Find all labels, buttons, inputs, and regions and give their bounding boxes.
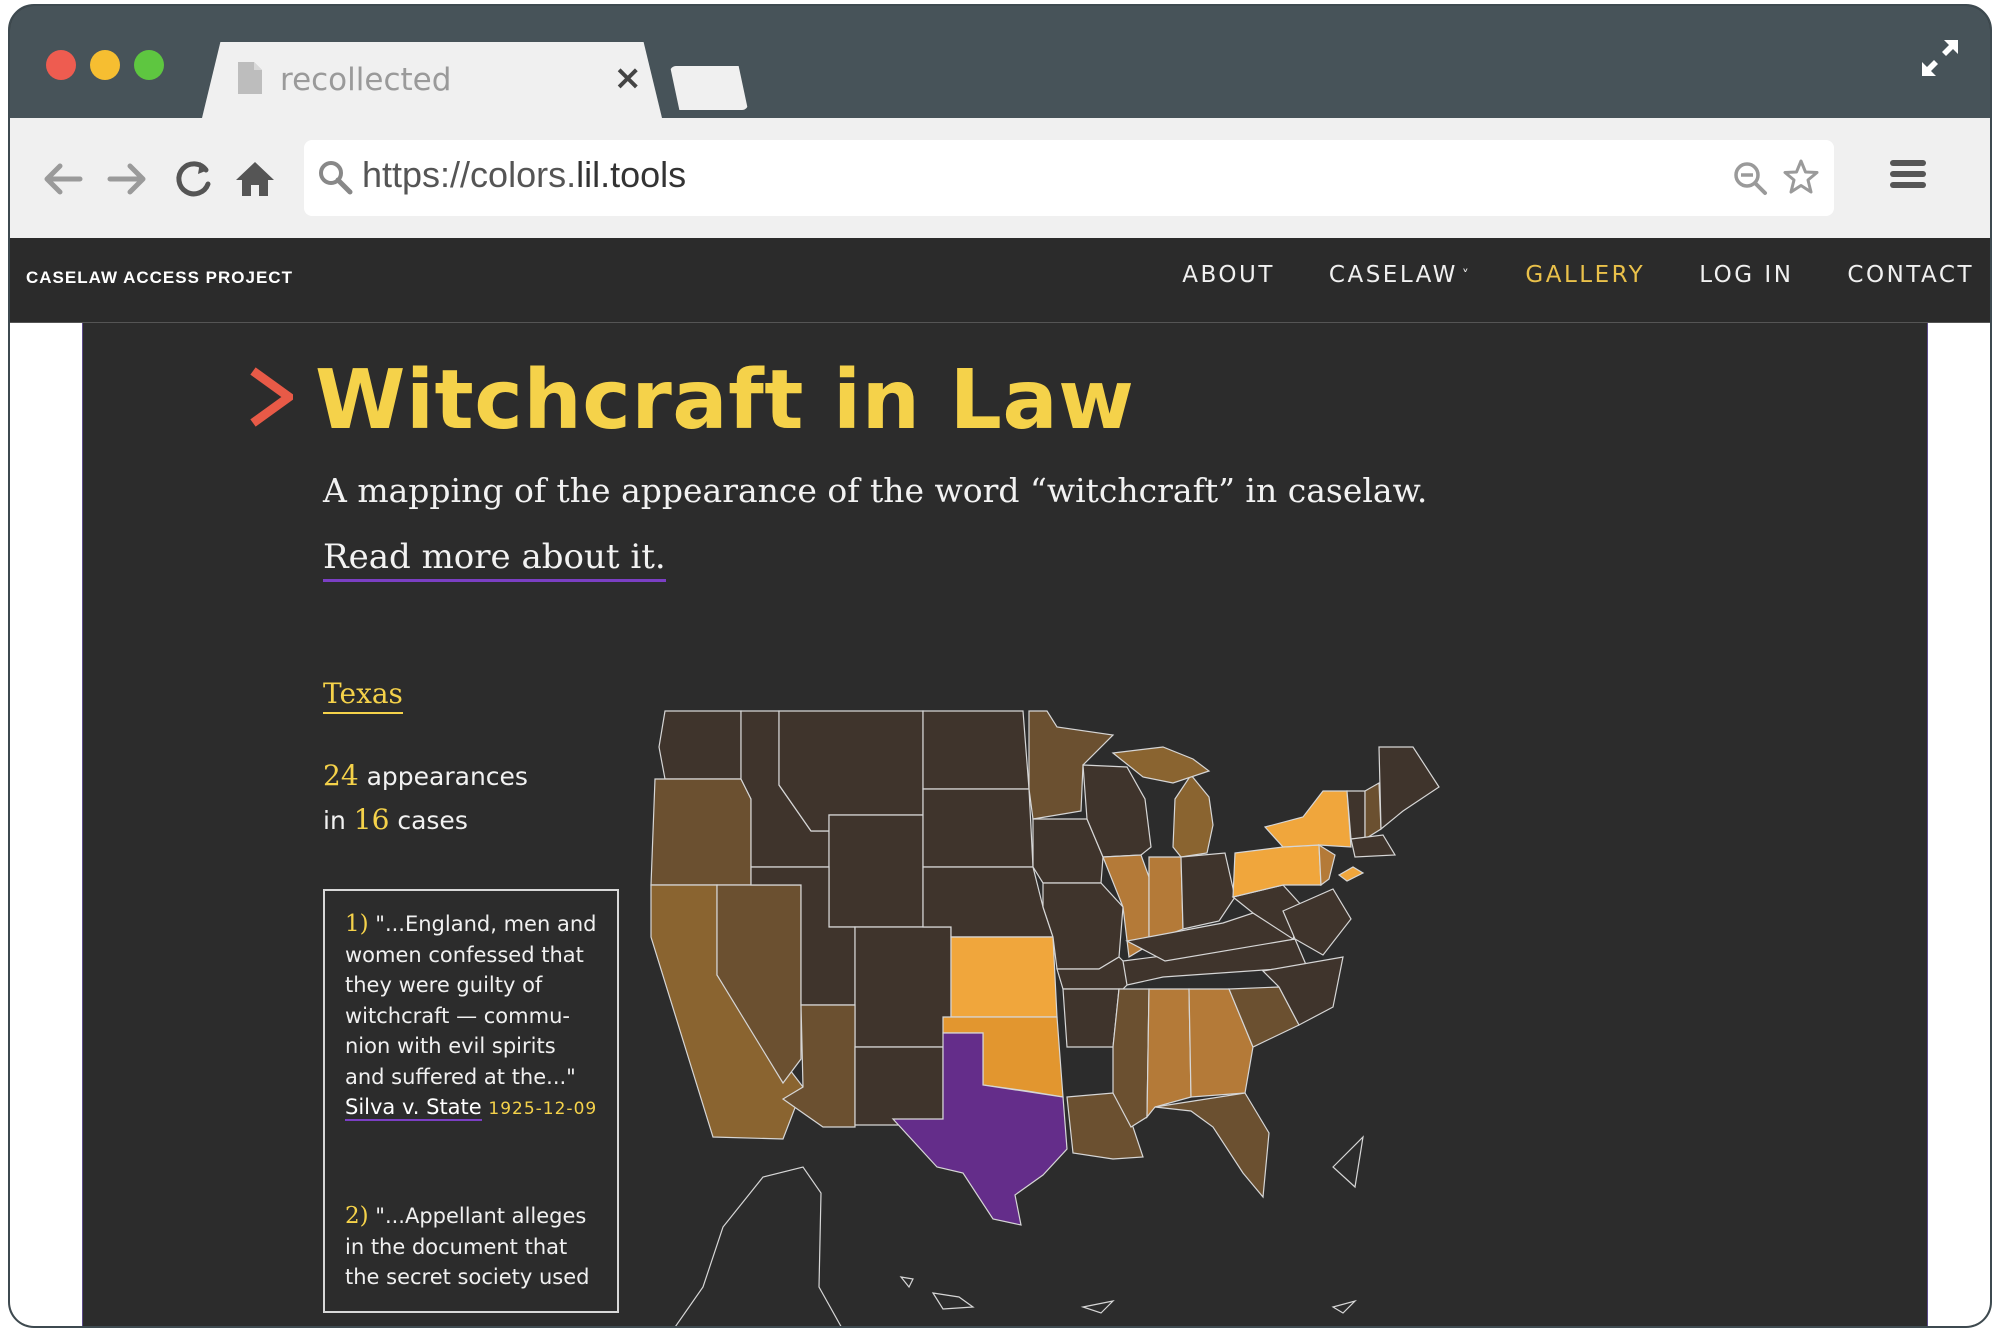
chevron-down-icon: ˅ <box>1461 267 1472 284</box>
map-state[interactable] <box>1364 781 1382 841</box>
home-icon[interactable] <box>232 156 278 202</box>
back-arrow-icon[interactable] <box>40 156 86 202</box>
map-state[interactable] <box>1378 746 1440 831</box>
quote-text: "...England, men and women confessed tha… <box>345 912 597 1089</box>
quote-item: 1) "...England, men and women confessed … <box>345 909 601 1125</box>
map-state[interactable] <box>1331 1299 1358 1314</box>
hamburger-menu-icon[interactable] <box>1888 154 1928 194</box>
witchcraft-panel: Witchcraft in Law A mapping of the appea… <box>82 323 1928 1328</box>
cases-label: cases <box>397 806 468 835</box>
map-state[interactable] <box>854 926 952 1048</box>
browser-window: recollected × https://colors.lil.tools C… <box>8 4 1992 1328</box>
appearances-stat: 24 appearances <box>323 759 528 792</box>
quote-number: 2) <box>345 1203 369 1229</box>
map-state[interactable] <box>899 1276 914 1289</box>
nav-contact[interactable]: CONTACT <box>1847 262 1974 288</box>
map-state[interactable] <box>673 1166 843 1328</box>
url-domain: lil.tools <box>576 154 687 195</box>
map-state[interactable] <box>1172 773 1214 858</box>
case-link[interactable]: Silva v. State <box>345 1095 482 1121</box>
read-more-link[interactable]: Read more about it. <box>323 537 666 582</box>
us-map <box>650 710 1440 1328</box>
reload-icon[interactable] <box>170 156 216 202</box>
new-tab-button[interactable] <box>670 66 748 110</box>
forward-arrow-icon[interactable] <box>104 156 150 202</box>
title-bar: recollected × <box>10 6 1990 118</box>
chevron-logo-icon <box>250 367 293 427</box>
brand-link[interactable]: CASELAW ACCESS PROJECT <box>26 268 293 288</box>
url-prefix: https://colors. <box>362 154 577 195</box>
document-icon <box>238 62 262 94</box>
tab-close-button[interactable]: × <box>614 58 643 98</box>
selected-state-name: Texas <box>323 677 403 714</box>
map-state[interactable] <box>1337 866 1365 882</box>
url-text[interactable]: https://colors.lil.tools <box>362 154 686 196</box>
quote-list[interactable]: 1) "...England, men and women confessed … <box>323 889 619 1313</box>
nav-caselaw-label: CASELAW <box>1328 262 1458 288</box>
map-state[interactable] <box>922 866 1054 938</box>
map-state[interactable] <box>922 788 1034 868</box>
page-content: Witchcraft in Law A mapping of the appea… <box>10 323 1990 1328</box>
search-icon <box>319 161 353 195</box>
map-state[interactable] <box>1062 988 1120 1048</box>
map-state[interactable] <box>922 710 1030 790</box>
map-state[interactable] <box>658 710 742 780</box>
map-state[interactable] <box>1332 1135 1364 1189</box>
map-state[interactable] <box>1263 790 1352 848</box>
nav-gallery[interactable]: GALLERY <box>1525 262 1645 288</box>
browser-toolbar: https://colors.lil.tools <box>10 118 1990 238</box>
map-state[interactable] <box>950 936 1058 1018</box>
map-state[interactable] <box>1350 834 1397 858</box>
quote-text: "...Appellant alleges in the document th… <box>345 1204 590 1289</box>
star-icon[interactable] <box>1782 158 1820 196</box>
map-state[interactable] <box>854 1046 944 1126</box>
map-state[interactable] <box>1146 988 1192 1119</box>
appearances-label: appearances <box>366 762 528 791</box>
cases-stat: in 16 cases <box>323 803 468 836</box>
map-state[interactable] <box>1042 882 1124 970</box>
map-state[interactable] <box>650 778 752 886</box>
map-state[interactable] <box>778 710 924 832</box>
nav-login[interactable]: LOG IN <box>1699 262 1793 288</box>
map-state[interactable] <box>1080 1300 1115 1314</box>
map-state[interactable] <box>1180 852 1236 930</box>
map-state[interactable] <box>931 1292 975 1310</box>
appearances-count: 24 <box>323 759 359 792</box>
address-bar[interactable]: https://colors.lil.tools <box>304 140 1834 216</box>
tab-title: recollected <box>280 62 452 98</box>
expand-icon[interactable] <box>1918 36 1962 80</box>
close-window-button[interactable] <box>46 50 76 80</box>
page-title: Witchcraft in Law <box>315 353 1135 448</box>
map-state[interactable] <box>828 814 924 928</box>
nav-about[interactable]: ABOUT <box>1182 262 1275 288</box>
in-label: in <box>323 806 346 835</box>
quote-item: 2) "...Appellant alleges in the document… <box>345 1201 601 1293</box>
browser-tab[interactable]: recollected × <box>202 42 662 118</box>
site-header: CASELAW ACCESS PROJECT ABOUT CASELAW ˅ GA… <box>10 238 1990 323</box>
map-state[interactable] <box>1154 1092 1270 1199</box>
minimize-window-button[interactable] <box>90 50 120 80</box>
map-state[interactable] <box>1318 843 1336 887</box>
cases-count: 16 <box>353 803 390 836</box>
quote-number: 1) <box>345 911 369 937</box>
zoom-out-icon[interactable] <box>1732 160 1768 196</box>
page-subtitle: A mapping of the appearance of the word … <box>323 471 1428 510</box>
maximize-window-button[interactable] <box>134 50 164 80</box>
case-date: 1925-12-09 <box>488 1099 598 1119</box>
main-nav: ABOUT CASELAW ˅ GALLERY LOG IN CONTACT <box>1182 262 1974 288</box>
nav-caselaw[interactable]: CASELAW ˅ <box>1329 262 1472 288</box>
